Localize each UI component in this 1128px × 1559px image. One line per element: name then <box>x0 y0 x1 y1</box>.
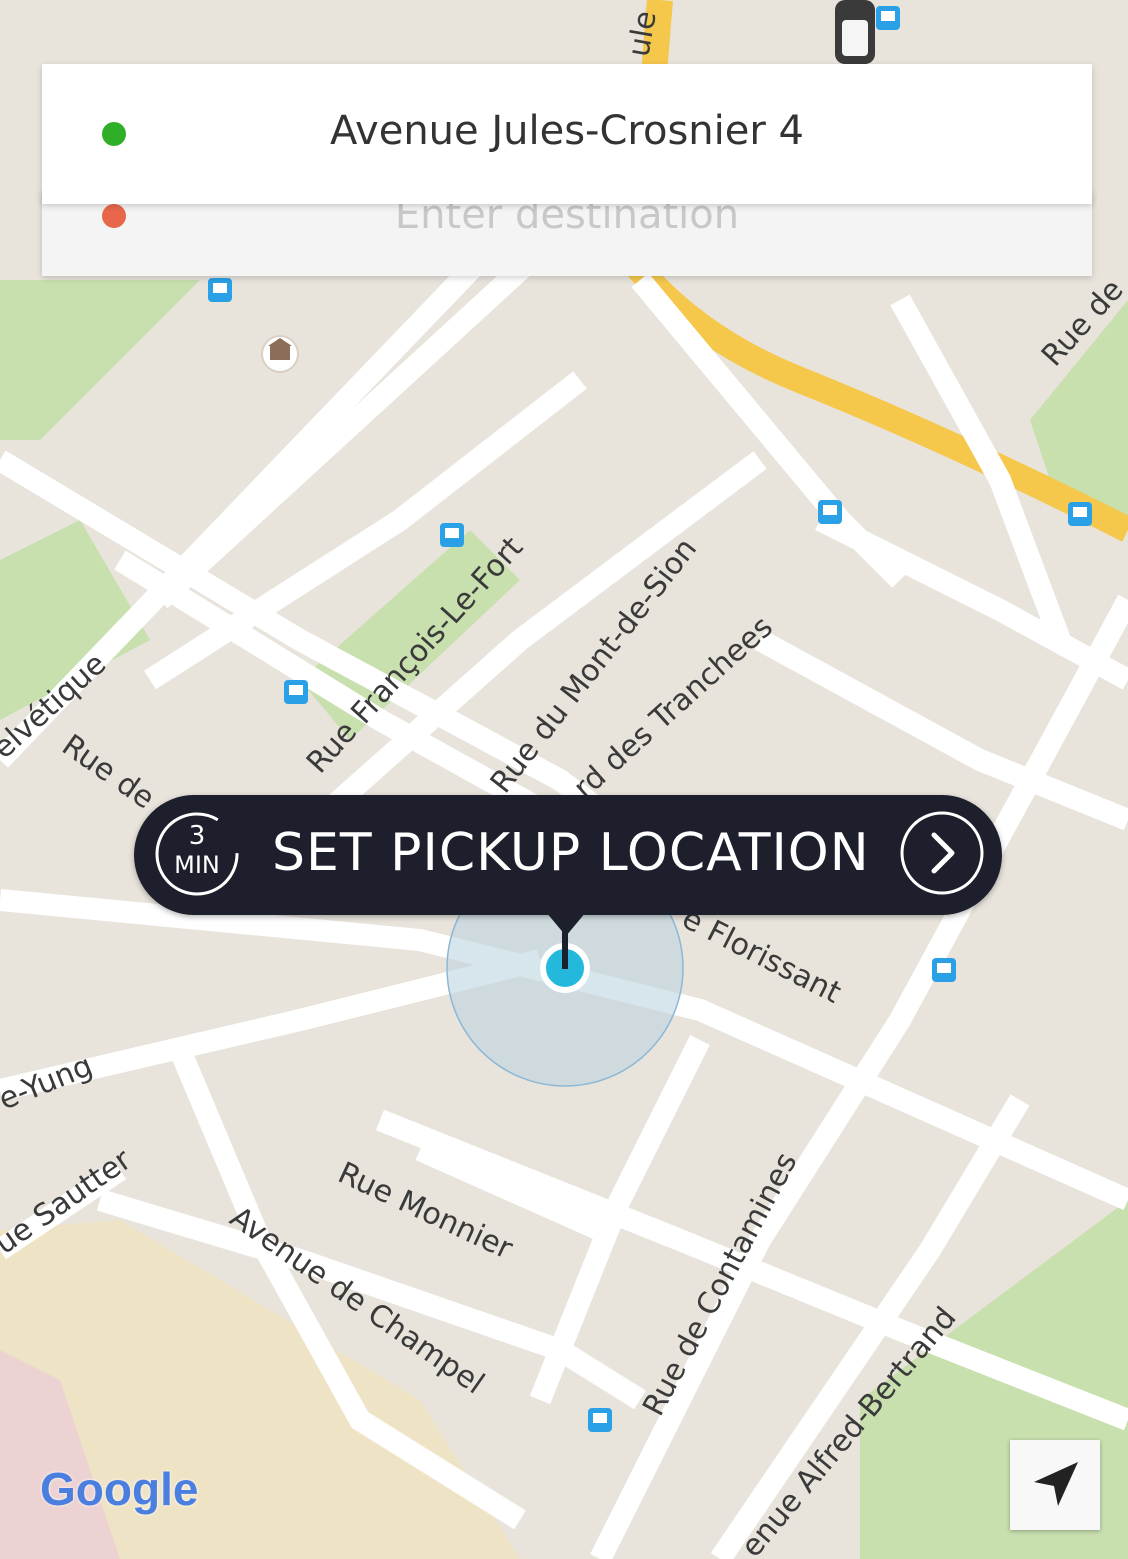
bus-stop-icon[interactable] <box>208 278 232 302</box>
google-logo-text: Google <box>40 1463 199 1515</box>
set-pickup-location-button[interactable]: 3 MIN SET PICKUP LOCATION <box>134 795 1002 915</box>
bus-stop-icon[interactable] <box>440 523 464 547</box>
pickup-field[interactable]: Avenue Jules-Crosnier 4 <box>42 64 1092 204</box>
set-pickup-label: SET PICKUP LOCATION <box>272 823 870 883</box>
museum-icon[interactable] <box>261 335 299 373</box>
pickup-address: Avenue Jules-Crosnier 4 <box>330 108 804 154</box>
navigation-arrow-icon <box>1034 1462 1078 1506</box>
car-icon[interactable] <box>835 0 875 64</box>
eta-number: 3 <box>188 821 206 851</box>
bus-stop-icon[interactable] <box>588 1408 612 1432</box>
bus-stop-icon[interactable] <box>284 680 308 704</box>
bus-stop-icon[interactable] <box>876 6 900 30</box>
bus-stop-icon[interactable] <box>818 500 842 524</box>
bus-stop-icon[interactable] <box>932 958 956 982</box>
pin-stem <box>562 915 568 969</box>
google-logo: Google <box>40 1462 198 1516</box>
eta-unit: MIN <box>174 851 220 879</box>
bus-stop-icon[interactable] <box>1068 502 1092 526</box>
eta-badge: 3 MIN <box>152 809 242 899</box>
my-location-button[interactable] <box>1010 1440 1100 1530</box>
chevron-right-icon <box>898 809 986 897</box>
